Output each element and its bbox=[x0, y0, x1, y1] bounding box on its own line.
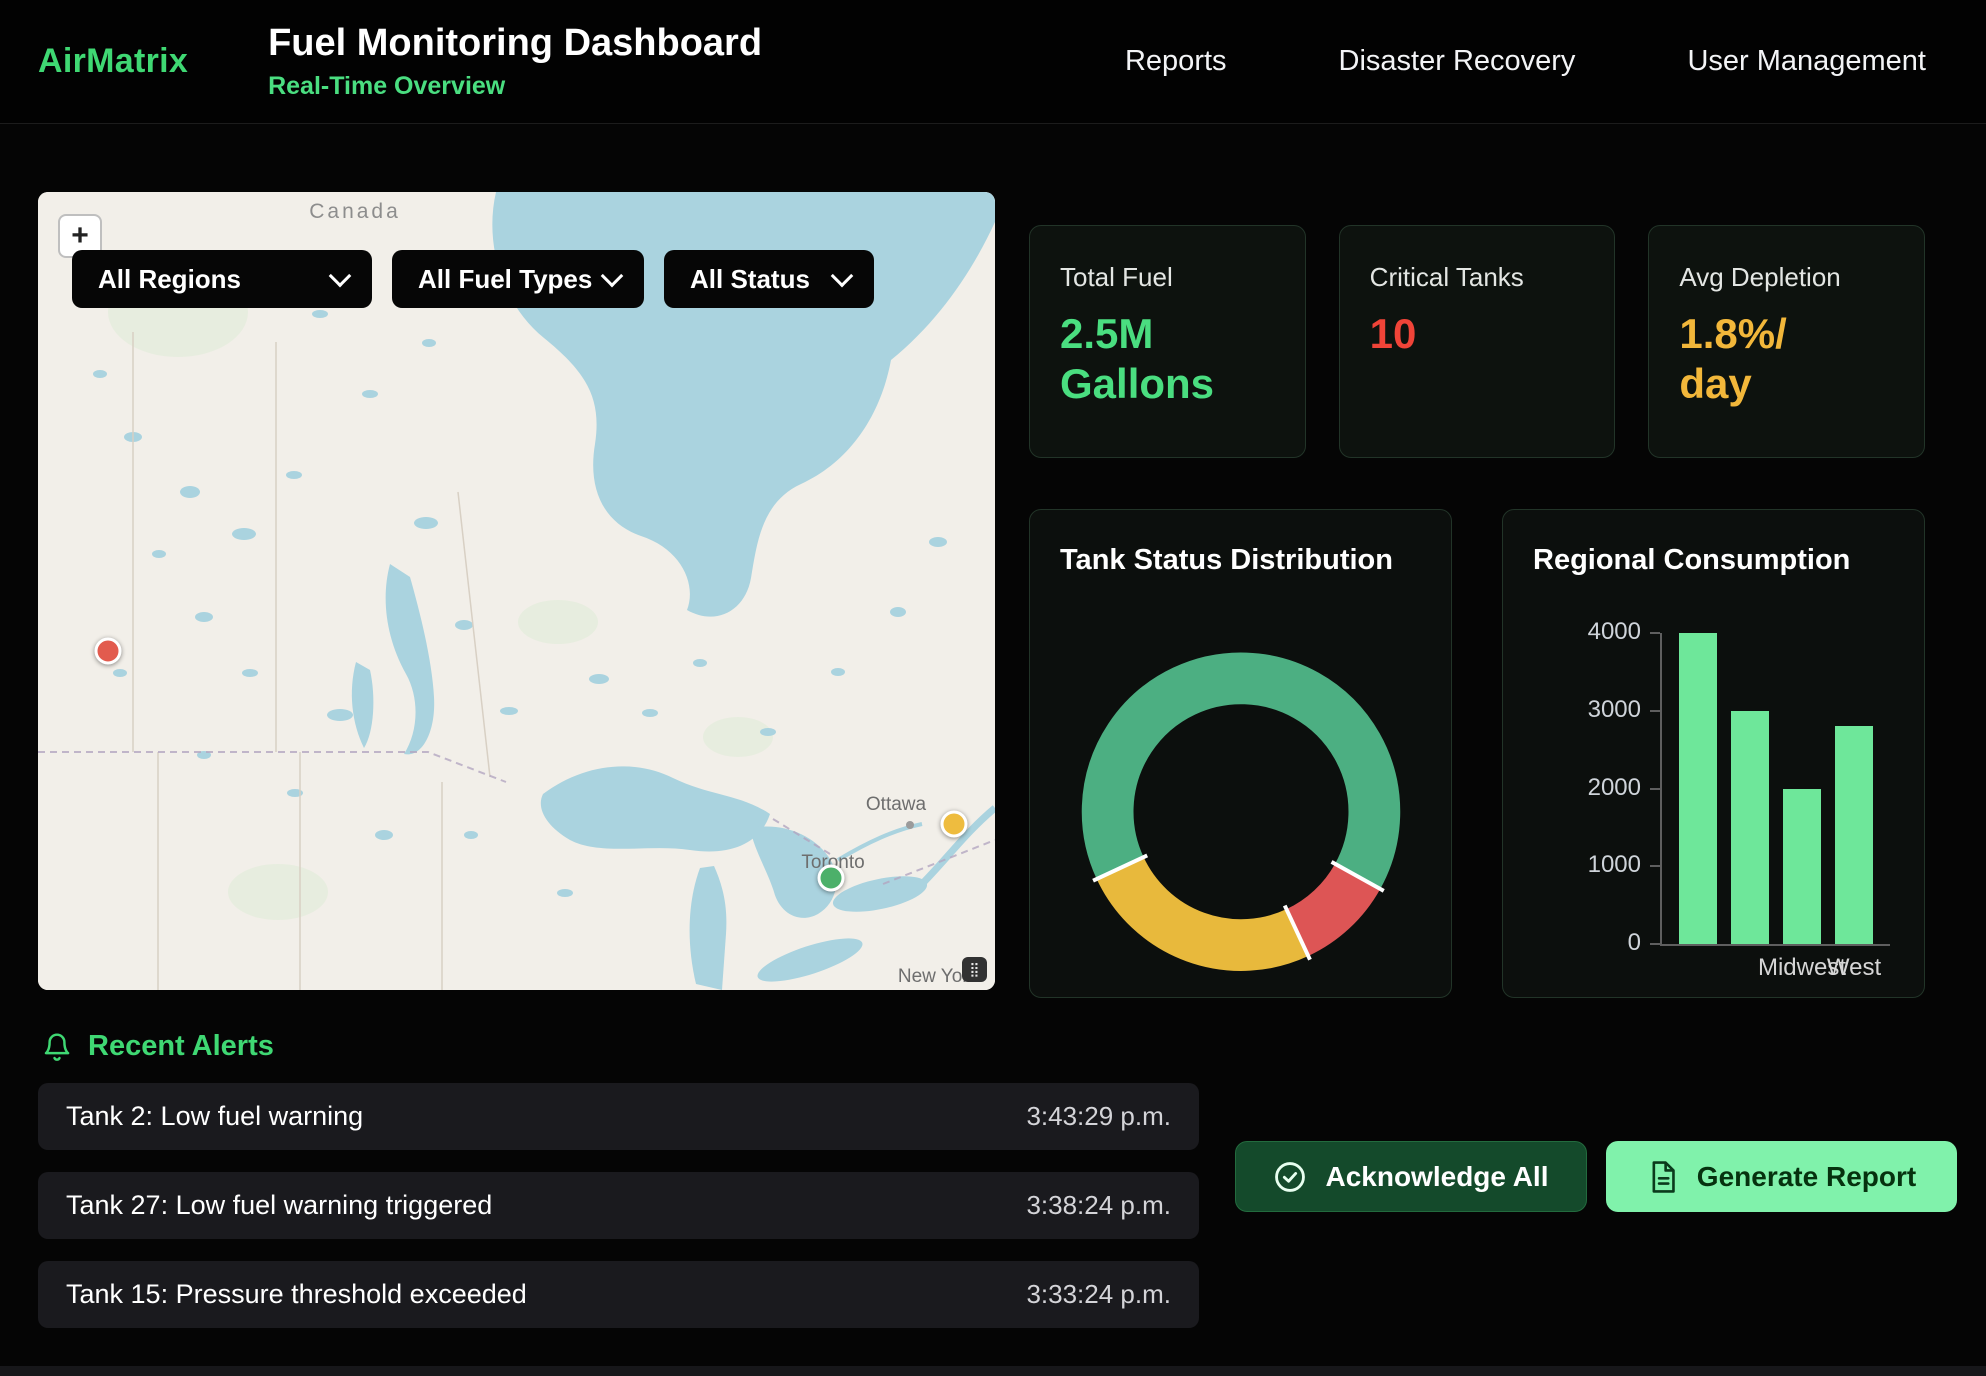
bar-region-1 bbox=[1679, 633, 1717, 944]
stat-value: 2.5M Gallons bbox=[1060, 309, 1240, 410]
map[interactable]: Canada Ottawa Toronto New York + All Reg… bbox=[38, 192, 995, 990]
y-axis-tick-label: 1000 bbox=[1503, 851, 1641, 879]
alert-time: 3:33:24 p.m. bbox=[1026, 1279, 1171, 1310]
stat-value: 10 bbox=[1370, 309, 1550, 359]
chevron-down-icon bbox=[329, 264, 352, 287]
stat-card-critical-tanks: Critical Tanks 10 bbox=[1339, 225, 1616, 458]
stat-label: Avg Depletion bbox=[1679, 262, 1894, 293]
filter-all-regions[interactable]: All Regions bbox=[72, 250, 372, 308]
alert-row: Tank 27: Low fuel warning triggered 3:38:… bbox=[38, 1172, 1199, 1239]
y-axis-tick-label: 3000 bbox=[1503, 696, 1641, 724]
check-circle-icon bbox=[1273, 1160, 1307, 1194]
y-axis-tick-label: 0 bbox=[1503, 929, 1641, 957]
x-axis-label: West bbox=[1827, 954, 1881, 982]
map-marker-warning[interactable] bbox=[940, 811, 967, 838]
filter-label: All Regions bbox=[98, 264, 241, 295]
bar-west: West bbox=[1835, 726, 1873, 944]
stat-card-avg-depletion: Avg Depletion 1.8%/ day bbox=[1648, 225, 1925, 458]
y-axis-tick-mark bbox=[1650, 632, 1660, 634]
filter-label: All Status bbox=[690, 264, 810, 295]
y-axis-tick-mark bbox=[1650, 865, 1660, 867]
alerts-header: Recent Alerts bbox=[42, 1030, 274, 1063]
nav-item-reports[interactable]: Reports bbox=[1125, 45, 1227, 78]
bar-region-2 bbox=[1731, 711, 1769, 944]
report-document-icon bbox=[1647, 1160, 1679, 1194]
page-title: Fuel Monitoring Dashboard bbox=[268, 22, 762, 65]
map-filter-bar: All Regions All Fuel Types All Status bbox=[72, 250, 874, 308]
filter-label: All Fuel Types bbox=[418, 264, 592, 295]
generate-report-label: Generate Report bbox=[1697, 1161, 1916, 1193]
bell-icon bbox=[42, 1031, 72, 1063]
donut-chart bbox=[1030, 510, 1451, 997]
donut-segment-normal bbox=[1108, 678, 1375, 876]
y-axis-tick-mark bbox=[1650, 788, 1660, 790]
alert-row: Tank 15: Pressure threshold exceeded 3:33… bbox=[38, 1261, 1199, 1328]
acknowledge-all-button[interactable]: Acknowledge All bbox=[1235, 1141, 1587, 1212]
chevron-down-icon bbox=[831, 264, 854, 287]
attribution-grip-icon[interactable]: ⣿ bbox=[962, 957, 987, 982]
generate-report-button[interactable]: Generate Report bbox=[1606, 1141, 1957, 1212]
header: AirMatrix Fuel Monitoring Dashboard Real… bbox=[0, 0, 1986, 124]
map-marker-normal[interactable] bbox=[818, 865, 845, 892]
alert-text: Tank 27: Low fuel warning triggered bbox=[66, 1190, 492, 1221]
y-axis-tick-label: 2000 bbox=[1503, 774, 1641, 802]
donut-segment-critical bbox=[1297, 876, 1357, 932]
alert-list: Tank 2: Low fuel warning3:43:29 p.m.Tank… bbox=[38, 1083, 1199, 1328]
logo[interactable]: AirMatrix bbox=[38, 42, 188, 81]
title-block: Fuel Monitoring Dashboard Real-Time Over… bbox=[268, 22, 762, 101]
alert-time: 3:38:24 p.m. bbox=[1026, 1190, 1171, 1221]
bar-midwest: Midwest bbox=[1783, 789, 1821, 945]
filter-all-fuel-types[interactable]: All Fuel Types bbox=[392, 250, 644, 308]
chevron-down-icon bbox=[601, 264, 624, 287]
regional-consumption-panel: Regional Consumption 01000200030004000 M… bbox=[1502, 509, 1925, 998]
nav-item-user-management[interactable]: User Management bbox=[1687, 45, 1926, 78]
acknowledge-all-label: Acknowledge All bbox=[1325, 1161, 1548, 1193]
alert-text: Tank 15: Pressure threshold exceeded bbox=[66, 1279, 527, 1310]
y-axis-tick-mark bbox=[1650, 710, 1660, 712]
filter-all-status[interactable]: All Status bbox=[664, 250, 874, 308]
y-axis-tick-mark bbox=[1650, 943, 1660, 945]
bar-plot: Midwest West bbox=[1660, 633, 1890, 946]
page-subtitle: Real-Time Overview bbox=[268, 72, 762, 101]
donut-segment-warning bbox=[1120, 868, 1297, 945]
stat-value: 1.8%/ day bbox=[1679, 309, 1859, 410]
stat-label: Total Fuel bbox=[1060, 262, 1275, 293]
nav-item-disaster-recovery[interactable]: Disaster Recovery bbox=[1339, 45, 1576, 78]
alert-time: 3:43:29 p.m. bbox=[1026, 1101, 1171, 1132]
fuel-monitoring-dashboard: AirMatrix Fuel Monitoring Dashboard Real… bbox=[0, 0, 1986, 1376]
footer-strip bbox=[0, 1366, 1986, 1376]
alert-row: Tank 2: Low fuel warning 3:43:29 p.m. bbox=[38, 1083, 1199, 1150]
map-marker-critical[interactable] bbox=[94, 637, 121, 664]
tank-status-panel: Tank Status Distribution bbox=[1029, 509, 1452, 998]
header-nav: Reports Disaster Recovery User Management bbox=[1125, 45, 1926, 78]
map-markers bbox=[38, 192, 995, 990]
stat-card-total-fuel: Total Fuel 2.5M Gallons bbox=[1029, 225, 1306, 458]
stats-row: Total Fuel 2.5M Gallons Critical Tanks 10 Av… bbox=[1029, 225, 1925, 458]
stat-label: Critical Tanks bbox=[1370, 262, 1585, 293]
alert-text: Tank 2: Low fuel warning bbox=[66, 1101, 363, 1132]
y-axis-tick-label: 4000 bbox=[1503, 618, 1641, 646]
alerts-title: Recent Alerts bbox=[88, 1030, 274, 1063]
